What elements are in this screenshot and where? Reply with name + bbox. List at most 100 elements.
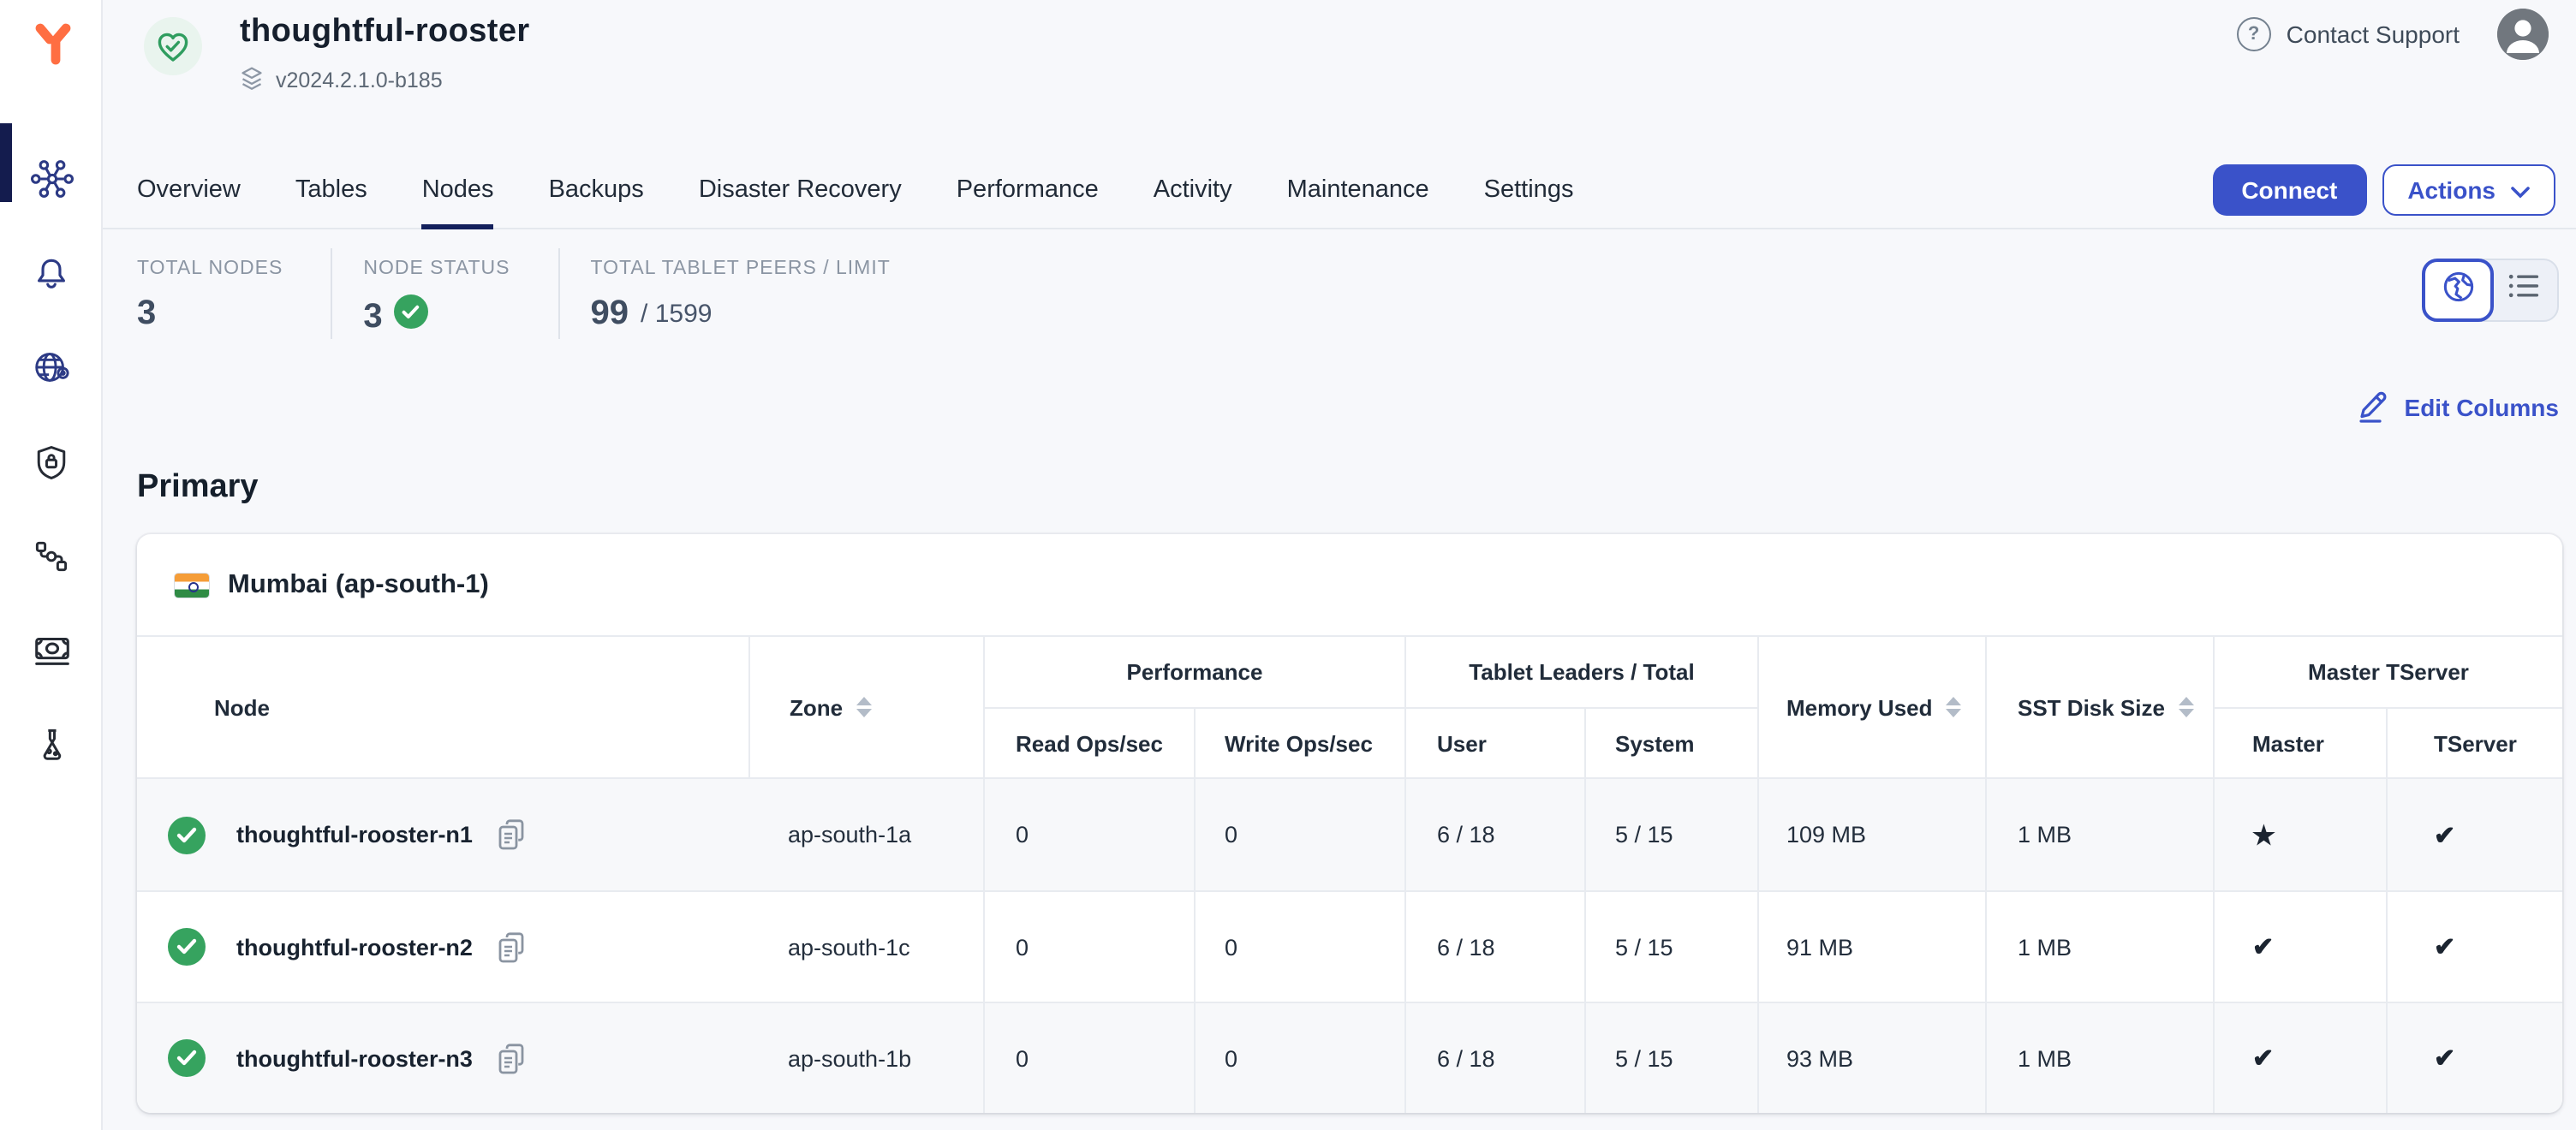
user-tablets-cell: 6 / 18 bbox=[1404, 1003, 1584, 1113]
sst-cell: 1 MB bbox=[1985, 892, 2213, 1002]
copy-icon[interactable] bbox=[497, 818, 526, 851]
india-flag-icon bbox=[175, 573, 209, 597]
tab-performance[interactable]: Performance bbox=[957, 151, 1099, 229]
region-card: Mumbai (ap-south-1) Node Zone Performanc… bbox=[137, 534, 2562, 1113]
tabs: Overview Tables Nodes Backups Disaster R… bbox=[137, 151, 1573, 229]
read-ops-cell: 0 bbox=[983, 779, 1194, 890]
col-group-master-tserver: Master TServer bbox=[2213, 637, 2562, 709]
table-row: thoughtful-rooster-n3 ap-south-1b 0 0 6 … bbox=[137, 1002, 2562, 1113]
top-header: thoughtful-rooster v2024.2.1.0-b185 ? Co… bbox=[103, 0, 2576, 151]
col-header-memory[interactable]: Memory Used bbox=[1757, 637, 1985, 777]
tab-disaster-recovery[interactable]: Disaster Recovery bbox=[699, 151, 902, 229]
layers-icon bbox=[240, 65, 264, 96]
node-healthy-icon bbox=[168, 1039, 206, 1077]
globe-icon bbox=[2440, 268, 2476, 312]
stat-tablet-peers: TOTAL TABLET PEERS / LIMIT 99 / 1599 bbox=[560, 248, 939, 339]
sst-cell: 1 MB bbox=[1985, 1003, 2213, 1113]
stat-total-nodes: TOTAL NODES 3 bbox=[137, 248, 332, 339]
chevron-down-icon bbox=[2511, 176, 2530, 204]
cluster-tabbar: Overview Tables Nodes Backups Disaster R… bbox=[103, 151, 2576, 229]
sidebar-item-clusters[interactable] bbox=[0, 132, 103, 226]
sidebar-nav bbox=[0, 132, 103, 791]
view-toggle bbox=[2422, 259, 2559, 322]
page-title: thoughtful-rooster bbox=[240, 14, 530, 51]
list-icon bbox=[2507, 271, 2542, 310]
master-cell: ✔ bbox=[2213, 1003, 2386, 1113]
cluster-version: v2024.2.1.0-b185 bbox=[240, 65, 443, 96]
yugabyte-logo-icon[interactable] bbox=[29, 21, 77, 68]
node-healthy-icon bbox=[168, 816, 206, 853]
user-tablets-cell: 6 / 18 bbox=[1404, 892, 1584, 1002]
node-name: thoughtful-rooster-n3 bbox=[236, 1045, 473, 1071]
cluster-health-icon bbox=[144, 17, 202, 75]
master-cell: ✔ bbox=[2213, 892, 2386, 1002]
col-header-system: System bbox=[1584, 709, 1757, 777]
user-tablets-cell: 6 / 18 bbox=[1404, 779, 1584, 890]
sidebar bbox=[0, 0, 103, 1130]
version-text: v2024.2.1.0-b185 bbox=[276, 68, 443, 92]
tab-activity[interactable]: Activity bbox=[1154, 151, 1232, 229]
copy-icon[interactable] bbox=[497, 931, 526, 963]
stats-row: TOTAL NODES 3 NODE STATUS 3 TOTAL TABLET… bbox=[137, 248, 939, 339]
system-tablets-cell: 5 / 15 bbox=[1584, 1003, 1757, 1113]
col-header-read-ops: Read Ops/sec bbox=[983, 709, 1194, 777]
nodes-table-header: Node Zone Performance Read Ops/sec Write… bbox=[137, 637, 2562, 779]
col-header-zone[interactable]: Zone bbox=[748, 637, 983, 777]
node-name: thoughtful-rooster-n1 bbox=[236, 822, 473, 848]
col-header-sst[interactable]: SST Disk Size bbox=[1985, 637, 2213, 777]
tab-overview[interactable]: Overview bbox=[137, 151, 241, 229]
sidebar-item-labs[interactable] bbox=[0, 697, 103, 791]
copy-icon[interactable] bbox=[497, 1042, 526, 1074]
write-ops-cell: 0 bbox=[1194, 779, 1404, 890]
section-title: Primary bbox=[137, 469, 259, 507]
col-header-node: Node bbox=[137, 637, 748, 777]
zone-cell: ap-south-1b bbox=[748, 1003, 983, 1113]
sidebar-item-integrations[interactable] bbox=[0, 508, 103, 603]
tab-nodes[interactable]: Nodes bbox=[422, 151, 494, 229]
region-name: Mumbai (ap-south-1) bbox=[228, 569, 489, 600]
sidebar-item-security[interactable] bbox=[0, 414, 103, 508]
table-row: thoughtful-rooster-n2 ap-south-1c 0 0 6 … bbox=[137, 890, 2562, 1002]
read-ops-cell: 0 bbox=[983, 892, 1194, 1002]
col-group-performance: Performance bbox=[983, 637, 1404, 709]
zone-cell: ap-south-1c bbox=[748, 892, 983, 1002]
memory-cell: 91 MB bbox=[1757, 892, 1985, 1002]
tab-maintenance[interactable]: Maintenance bbox=[1287, 151, 1429, 229]
system-tablets-cell: 5 / 15 bbox=[1584, 892, 1757, 1002]
pencil-icon bbox=[2357, 387, 2389, 428]
node-cell: thoughtful-rooster-n1 bbox=[137, 779, 748, 890]
healthy-check-icon bbox=[395, 294, 429, 339]
list-view-toggle[interactable] bbox=[2492, 260, 2557, 320]
tab-tables[interactable]: Tables bbox=[295, 151, 367, 229]
user-avatar[interactable] bbox=[2497, 9, 2549, 60]
node-name: thoughtful-rooster-n2 bbox=[236, 934, 473, 960]
read-ops-cell: 0 bbox=[983, 1003, 1194, 1113]
node-healthy-icon bbox=[168, 928, 206, 966]
sidebar-item-network-settings[interactable] bbox=[0, 320, 103, 414]
help-icon: ? bbox=[2237, 17, 2271, 51]
write-ops-cell: 0 bbox=[1194, 1003, 1404, 1113]
tab-backups[interactable]: Backups bbox=[549, 151, 644, 229]
col-group-tablet-leaders: Tablet Leaders / Total bbox=[1404, 637, 1757, 709]
contact-support-link[interactable]: ? Contact Support bbox=[2237, 17, 2460, 51]
node-cell: thoughtful-rooster-n3 bbox=[137, 1003, 748, 1113]
map-view-toggle[interactable] bbox=[2422, 259, 2494, 322]
tab-settings[interactable]: Settings bbox=[1484, 151, 1574, 229]
edit-columns-button[interactable]: Edit Columns bbox=[2357, 387, 2559, 428]
col-header-master: Master bbox=[2213, 709, 2386, 777]
col-header-write-ops: Write Ops/sec bbox=[1194, 709, 1404, 777]
zone-cell: ap-south-1a bbox=[748, 779, 983, 890]
sort-icon bbox=[856, 697, 872, 717]
sidebar-item-alerts[interactable] bbox=[0, 226, 103, 320]
table-row: thoughtful-rooster-n1 ap-south-1a 0 0 6 … bbox=[137, 779, 2562, 890]
memory-cell: 93 MB bbox=[1757, 1003, 1985, 1113]
tserver-cell: ✔ bbox=[2386, 779, 2562, 890]
actions-button[interactable]: Actions bbox=[2382, 164, 2555, 216]
app-root: thoughtful-rooster v2024.2.1.0-b185 ? Co… bbox=[0, 0, 2576, 1130]
master-leader-cell: ★ bbox=[2213, 779, 2386, 890]
write-ops-cell: 0 bbox=[1194, 892, 1404, 1002]
sidebar-item-billing[interactable] bbox=[0, 603, 103, 697]
contact-support-label: Contact Support bbox=[2287, 21, 2460, 48]
connect-button[interactable]: Connect bbox=[2212, 164, 2366, 216]
node-cell: thoughtful-rooster-n2 bbox=[137, 892, 748, 1002]
